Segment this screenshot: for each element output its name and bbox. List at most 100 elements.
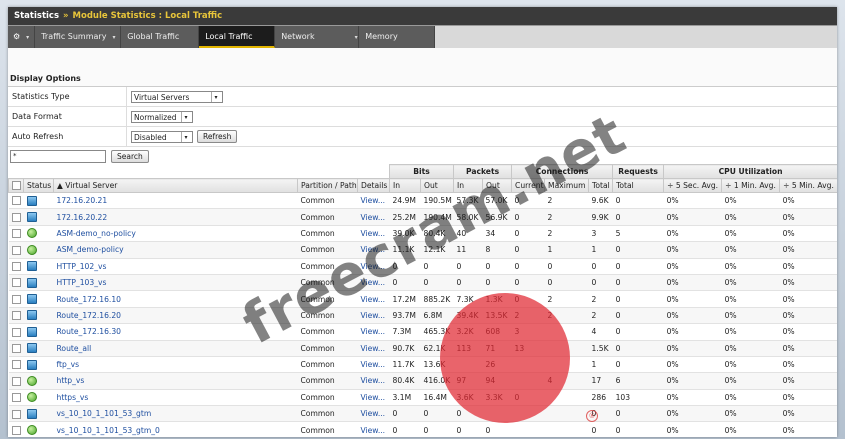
packets-out-cell: 0: [482, 274, 512, 292]
status-green-icon: [26, 375, 37, 386]
virtual-server-link[interactable]: HTTP_102_vs: [57, 262, 107, 271]
column-packets-out[interactable]: Out: [482, 178, 513, 193]
row-checkbox-cell[interactable]: [8, 290, 24, 308]
column-packets-in[interactable]: In: [453, 178, 484, 193]
details-view-link[interactable]: View...: [361, 196, 386, 205]
details-view-link[interactable]: View...: [361, 311, 386, 320]
data-format-select[interactable]: Normalized ▾: [131, 110, 193, 123]
row-checkbox[interactable]: [11, 196, 21, 206]
row-checkbox[interactable]: [11, 376, 21, 386]
column-partition[interactable]: Partition / Path: [297, 178, 358, 193]
row-checkbox-cell[interactable]: [8, 356, 24, 374]
column-cpu-5-sec[interactable]: ÷ 5 Sec. Avg.: [663, 178, 723, 193]
details-view-link[interactable]: View...: [361, 245, 386, 254]
column-bits-out[interactable]: Out: [420, 178, 455, 193]
virtual-server-link[interactable]: Route_172.16.30: [57, 327, 122, 336]
row-checkbox-cell[interactable]: [8, 307, 24, 325]
virtual-server-link[interactable]: HTTP_103_vs: [57, 278, 107, 287]
details-view-link[interactable]: View...: [361, 327, 386, 336]
row-checkbox-cell[interactable]: [8, 208, 24, 226]
details-view-link[interactable]: View...: [361, 344, 386, 353]
row-checkbox[interactable]: [11, 327, 21, 337]
virtual-server-link[interactable]: vs_10_10_1_101_53_gtm: [57, 409, 152, 418]
column-connections-maximum[interactable]: Maximum: [544, 178, 590, 193]
row-checkbox[interactable]: [11, 262, 21, 271]
column-cpu-1-min[interactable]: ÷ 1 Min. Avg.: [721, 178, 781, 193]
auto-refresh-select[interactable]: Disabled ▾: [131, 130, 193, 143]
details-view-link[interactable]: View...: [361, 262, 386, 271]
column-requests-total[interactable]: Total: [612, 178, 665, 193]
refresh-button[interactable]: Refresh: [197, 130, 238, 143]
row-checkbox-cell[interactable]: [8, 389, 24, 407]
connections-current-cell: 0: [511, 208, 545, 226]
column-bits-in[interactable]: In: [389, 178, 422, 193]
row-checkbox-cell[interactable]: [8, 340, 24, 357]
connections-maximum-cell: 4: [544, 372, 589, 390]
row-checkbox[interactable]: [11, 360, 21, 370]
row-checkbox-cell[interactable]: [8, 258, 24, 275]
column-status[interactable]: Status: [23, 178, 54, 193]
row-checkbox-cell[interactable]: [8, 241, 24, 259]
row-checkbox-cell[interactable]: [8, 274, 24, 292]
row-checkbox[interactable]: [11, 393, 21, 403]
packets-in-cell: 97: [453, 372, 483, 390]
details-view-link[interactable]: View...: [361, 278, 386, 287]
tab-memory[interactable]: Memory: [359, 26, 436, 48]
details-view-link[interactable]: View...: [361, 229, 386, 238]
row-checkbox-cell[interactable]: [8, 421, 24, 437]
row-checkbox[interactable]: [11, 343, 21, 353]
select-all-checkbox-cell[interactable]: [8, 178, 24, 193]
row-checkbox[interactable]: [11, 409, 21, 419]
row-checkbox[interactable]: [11, 245, 21, 255]
virtual-server-link[interactable]: http_vs: [57, 376, 85, 385]
tab-global-traffic[interactable]: Global Traffic: [121, 26, 200, 48]
cpu-5-min-cell: 0%: [779, 323, 837, 341]
details-view-link[interactable]: View...: [361, 360, 386, 369]
select-all-checkbox[interactable]: [12, 181, 21, 191]
search-input[interactable]: *: [10, 150, 106, 163]
breadcrumb-root[interactable]: Statistics: [14, 11, 59, 21]
statistics-type-row: Statistics Type Virtual Servers ▾: [8, 87, 837, 107]
details-view-link[interactable]: View...: [361, 393, 386, 402]
row-checkbox-cell[interactable]: [8, 192, 24, 210]
row-checkbox[interactable]: [11, 425, 21, 435]
row-checkbox-cell[interactable]: [8, 405, 24, 423]
column-connections-current[interactable]: Current: [511, 178, 546, 193]
tab-traffic-summary[interactable]: Traffic Summary ▾: [35, 26, 122, 48]
details-view-link[interactable]: View...: [361, 295, 386, 304]
column-cpu-5-min[interactable]: ÷ 5 Min. Avg.: [779, 178, 837, 193]
row-checkbox-cell[interactable]: [8, 225, 24, 243]
column-virtual-server[interactable]: ▲ Virtual Server: [53, 178, 298, 193]
details-view-link[interactable]: View...: [361, 409, 386, 418]
virtual-server-link[interactable]: ftp_vs: [57, 360, 80, 369]
row-checkbox-cell[interactable]: [8, 372, 24, 390]
search-button[interactable]: Search: [111, 150, 149, 163]
details-view-link[interactable]: View...: [361, 376, 386, 385]
virtual-server-link[interactable]: vs_10_10_1_101_53_gtm_0: [57, 426, 160, 435]
virtual-server-link[interactable]: Route_172.16.20: [57, 311, 122, 320]
virtual-server-link[interactable]: 172.16.20.22: [57, 213, 108, 222]
virtual-server-link[interactable]: Route_172.16.10: [57, 295, 122, 304]
virtual-server-link[interactable]: https_vs: [57, 393, 89, 402]
row-checkbox[interactable]: [11, 229, 21, 239]
gear-menu-button[interactable]: ⚙ ▾: [8, 26, 36, 48]
cpu-5-sec-cell: 0%: [663, 274, 722, 292]
row-checkbox[interactable]: [11, 311, 21, 321]
virtual-server-link[interactable]: ASM_demo-policy: [57, 245, 124, 254]
tab-local-traffic[interactable]: Local Traffic: [199, 26, 276, 48]
virtual-server-link[interactable]: 172.16.20.21: [57, 196, 108, 205]
details-view-link[interactable]: View...: [361, 213, 386, 222]
table-row: vs_10_10_1_101_53_gtm_0 Common View... 0 0 0 0…: [8, 421, 837, 437]
row-checkbox[interactable]: [11, 212, 21, 222]
details-view-link[interactable]: View...: [361, 426, 386, 435]
packets-in-cell: 0: [453, 274, 483, 292]
row-checkbox[interactable]: [11, 294, 21, 304]
column-connections-total[interactable]: Total: [588, 178, 614, 193]
row-checkbox[interactable]: [11, 278, 21, 288]
tab-network[interactable]: Network ▾: [275, 26, 360, 48]
virtual-server-link[interactable]: Route_all: [57, 344, 92, 353]
row-checkbox-cell[interactable]: [8, 323, 24, 341]
virtual-server-link[interactable]: ASM-demo_no-policy: [57, 229, 136, 238]
status-blue-icon: [26, 343, 37, 354]
statistics-type-select[interactable]: Virtual Servers ▾: [131, 90, 223, 103]
